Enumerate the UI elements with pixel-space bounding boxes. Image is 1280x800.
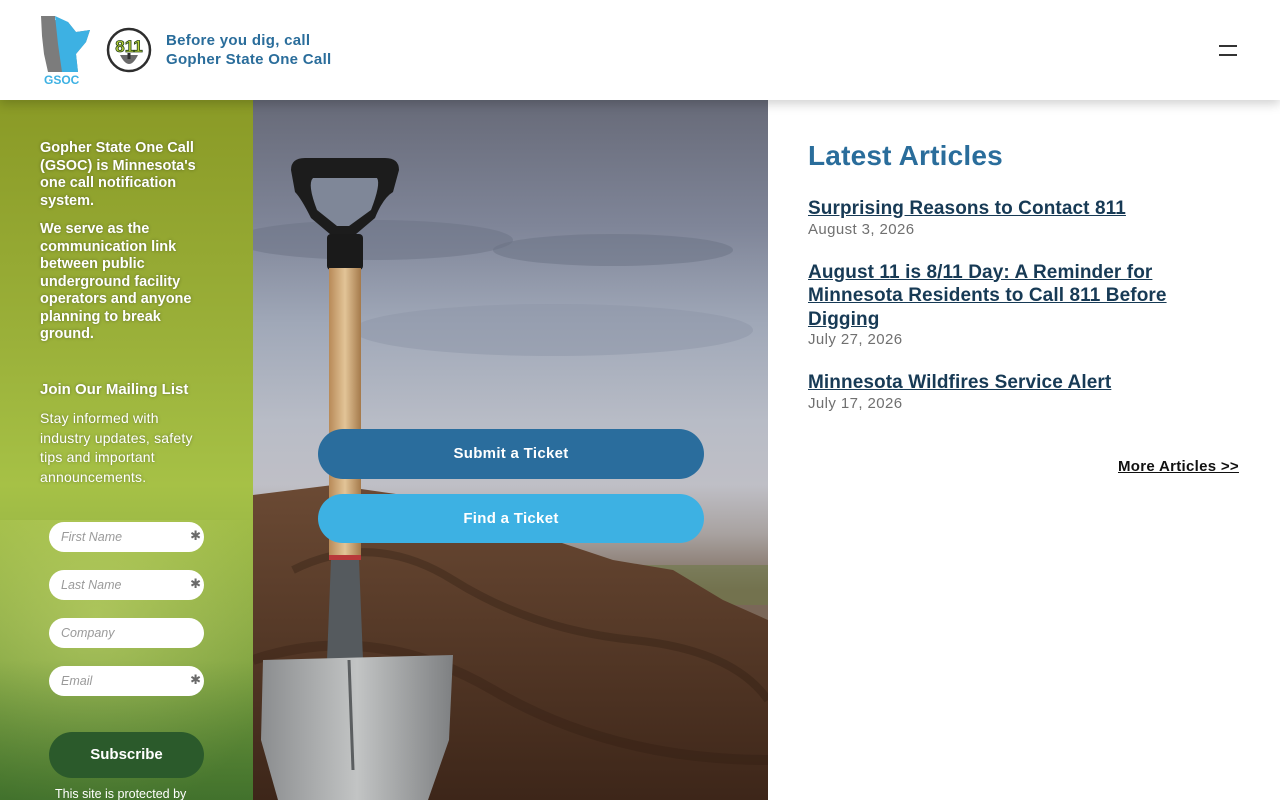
site-header: GSOC 811 Before you dig, call Gopher Sta… bbox=[0, 0, 1280, 100]
hamburger-menu-icon bbox=[1219, 45, 1237, 47]
811-logo-icon[interactable]: 811 bbox=[106, 27, 152, 73]
last-name-input[interactable] bbox=[49, 570, 179, 600]
sidebar-intro: Gopher State One Call (GSOC) is Minnesot… bbox=[40, 140, 210, 355]
intro-paragraph-2: We serve as the communication link betwe… bbox=[40, 221, 192, 342]
article-date: July 27, 2026 bbox=[808, 331, 903, 348]
last-name-field[interactable]: ✱ bbox=[49, 570, 204, 600]
first-name-field[interactable]: ✱ bbox=[49, 522, 204, 552]
article-link[interactable]: August 11 is 8/11 Day: A Reminder for Mi… bbox=[808, 261, 1240, 332]
company-input[interactable] bbox=[49, 618, 179, 648]
subscribe-button[interactable]: Subscribe bbox=[49, 732, 204, 778]
mailing-list-description: Stay informed with industry updates, saf… bbox=[40, 410, 193, 485]
header-tagline[interactable]: Before you dig, call Gopher State One Ca… bbox=[166, 32, 332, 69]
required-icon: ✱ bbox=[190, 672, 201, 687]
company-field[interactable] bbox=[49, 618, 204, 648]
more-articles-link[interactable]: More Articles >> bbox=[1118, 458, 1239, 475]
article-item: Surprising Reasons to Contact 811 August… bbox=[808, 197, 1240, 238]
menu-button[interactable] bbox=[1212, 38, 1244, 62]
article-item: Minnesota Wildfires Service Alert July 1… bbox=[808, 371, 1240, 412]
required-icon: ✱ bbox=[190, 576, 201, 591]
article-link[interactable]: Surprising Reasons to Contact 811 bbox=[808, 197, 1240, 221]
gsoc-logo-icon[interactable]: GSOC bbox=[38, 14, 94, 86]
tagline-line-1: Before you dig, call bbox=[166, 32, 311, 49]
email-input[interactable] bbox=[49, 666, 179, 696]
article-item: August 11 is 8/11 Day: A Reminder for Mi… bbox=[808, 261, 1240, 349]
article-link[interactable]: Minnesota Wildfires Service Alert bbox=[808, 371, 1240, 395]
article-date: July 17, 2026 bbox=[808, 394, 903, 412]
811-logo-text: 811 bbox=[115, 37, 142, 56]
find-ticket-button[interactable]: Find a Ticket bbox=[318, 494, 704, 543]
article-date: August 3, 2026 bbox=[808, 220, 915, 238]
submit-ticket-button[interactable]: Submit a Ticket bbox=[318, 429, 704, 479]
sidebar: Gopher State One Call (GSOC) is Minnesot… bbox=[0, 100, 253, 800]
latest-articles: Latest Articles Surprising Reasons to Co… bbox=[808, 140, 1240, 412]
recaptcha-notice: This site is protected by bbox=[55, 787, 187, 800]
required-icon: ✱ bbox=[190, 528, 201, 543]
intro-paragraph-1: Gopher State One Call (GSOC) is Minnesot… bbox=[40, 140, 196, 209]
tagline-line-2: Gopher State One Call bbox=[166, 50, 332, 68]
hero-image: Submit a Ticket Find a Ticket bbox=[253, 100, 768, 800]
email-field[interactable]: ✱ bbox=[49, 666, 204, 696]
articles-title: Latest Articles bbox=[808, 140, 1003, 171]
gsoc-logo-text: GSOC bbox=[44, 73, 80, 86]
mailing-list-title: Join Our Mailing List bbox=[40, 381, 189, 398]
first-name-input[interactable] bbox=[49, 522, 179, 552]
